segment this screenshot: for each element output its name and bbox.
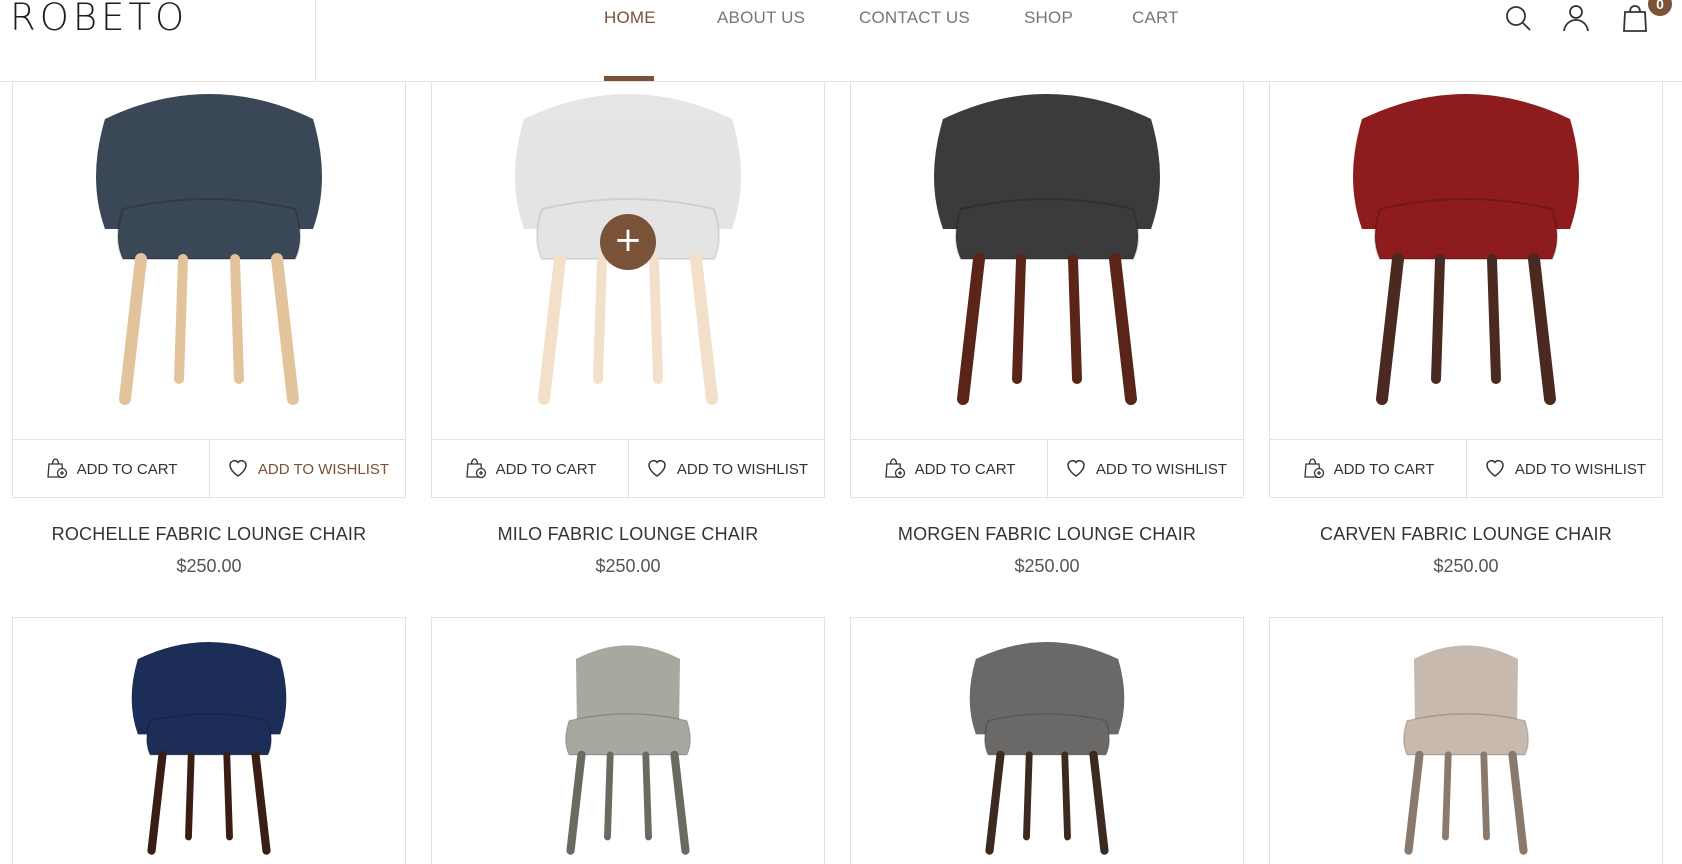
- product-card[interactable]: [850, 617, 1244, 864]
- product-price: $250.00: [1433, 556, 1499, 576]
- product-image[interactable]: [851, 59, 1243, 439]
- add-to-cart-label: ADD TO CART: [495, 461, 597, 478]
- add-to-cart-label: ADD TO CART: [1333, 461, 1435, 478]
- nav-home[interactable]: HOME: [604, 8, 656, 28]
- add-to-wishlist-label: ADD TO WISHLIST: [1095, 461, 1228, 478]
- product-image[interactable]: [432, 618, 824, 864]
- product-name[interactable]: CARVEN FABRIC LOUNGE CHAIR: [1269, 524, 1663, 545]
- heart-icon: [645, 456, 669, 484]
- product-card[interactable]: + ADD TO CART ADD TO WISHLIST: [431, 58, 825, 499]
- add-to-cart-button[interactable]: ADD TO CART: [432, 440, 628, 499]
- add-to-wishlist-label: ADD TO WISHLIST: [1514, 461, 1647, 478]
- add-to-cart-button[interactable]: ADD TO CART: [13, 440, 209, 499]
- main-nav: HOME ABOUT US CONTACT US SHOP CART: [0, 0, 1682, 81]
- add-to-wishlist-button[interactable]: ADD TO WISHLIST: [209, 440, 405, 499]
- heart-icon: [1064, 456, 1088, 484]
- product-image[interactable]: [1270, 618, 1662, 864]
- add-to-cart-label: ADD TO CART: [914, 461, 1016, 478]
- add-to-wishlist-button[interactable]: ADD TO WISHLIST: [628, 440, 824, 499]
- product-card[interactable]: [1269, 617, 1663, 864]
- product-card[interactable]: [12, 617, 406, 864]
- product-price: $250.00: [1014, 556, 1080, 576]
- product-image[interactable]: [851, 618, 1243, 864]
- product-card[interactable]: ADD TO CART ADD TO WISHLIST: [1269, 58, 1663, 499]
- add-to-cart-button[interactable]: ADD TO CART: [1270, 440, 1466, 499]
- search-icon[interactable]: [1502, 2, 1534, 34]
- product-card[interactable]: ADD TO CART ADD TO WISHLIST: [850, 58, 1244, 499]
- add-to-wishlist-button[interactable]: ADD TO WISHLIST: [1047, 440, 1243, 499]
- active-nav-indicator: [604, 76, 654, 81]
- nav-cart[interactable]: CART: [1132, 8, 1179, 28]
- heart-icon: [226, 456, 250, 484]
- add-to-cart-button[interactable]: ADD TO CART: [851, 440, 1047, 499]
- bag-plus-icon: [464, 456, 488, 484]
- product-name[interactable]: ROCHELLE FABRIC LOUNGE CHAIR: [12, 524, 406, 545]
- product-actions: ADD TO CART ADD TO WISHLIST: [432, 439, 824, 499]
- shopping-bag-icon[interactable]: [1619, 2, 1651, 34]
- add-to-wishlist-label: ADD TO WISHLIST: [676, 461, 809, 478]
- nav-shop[interactable]: SHOP: [1024, 8, 1073, 28]
- bag-plus-icon: [883, 456, 907, 484]
- site-header: ROBETO HOME ABOUT US CONTACT US SHOP CAR…: [0, 0, 1682, 82]
- product-image[interactable]: [13, 59, 405, 439]
- product-card[interactable]: ADD TO CART ADD TO WISHLIST: [12, 58, 406, 499]
- product-card[interactable]: [431, 617, 825, 864]
- add-to-cart-label: ADD TO CART: [76, 461, 178, 478]
- nav-about-us[interactable]: ABOUT US: [717, 8, 805, 28]
- add-to-wishlist-label: ADD TO WISHLIST: [257, 461, 390, 478]
- bag-plus-icon: [45, 456, 69, 484]
- product-name[interactable]: MORGEN FABRIC LOUNGE CHAIR: [850, 524, 1244, 545]
- product-image[interactable]: [13, 618, 405, 864]
- product-price: $250.00: [176, 556, 242, 576]
- nav-contact-us[interactable]: CONTACT US: [859, 8, 970, 28]
- product-name[interactable]: MILO FABRIC LOUNGE CHAIR: [431, 524, 825, 545]
- bag-plus-icon: [1302, 456, 1326, 484]
- product-actions: ADD TO CART ADD TO WISHLIST: [851, 439, 1243, 499]
- product-price: $250.00: [595, 556, 661, 576]
- heart-icon: [1483, 456, 1507, 484]
- product-image[interactable]: [1270, 59, 1662, 439]
- quick-add-button[interactable]: +: [600, 214, 656, 270]
- product-actions: ADD TO CART ADD TO WISHLIST: [13, 439, 405, 499]
- user-icon[interactable]: [1560, 2, 1592, 34]
- product-actions: ADD TO CART ADD TO WISHLIST: [1270, 439, 1662, 499]
- add-to-wishlist-button[interactable]: ADD TO WISHLIST: [1466, 440, 1662, 499]
